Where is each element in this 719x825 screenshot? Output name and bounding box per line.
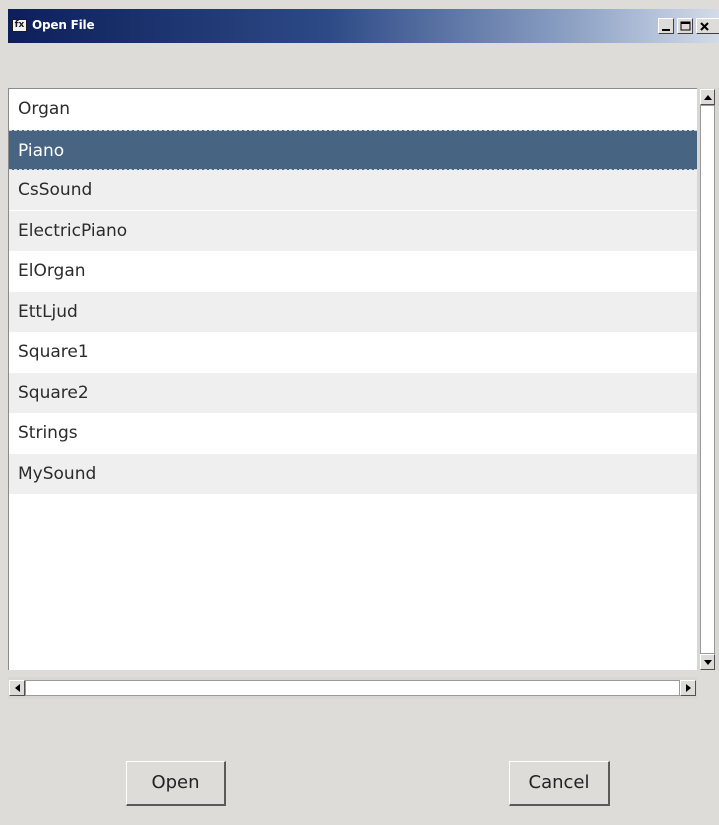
vertical-scrollbar[interactable] [697, 88, 719, 670]
list-item[interactable]: Square2 [9, 373, 697, 413]
open-button[interactable]: Open [126, 761, 226, 806]
list-item[interactable]: CsSound [9, 170, 697, 210]
scroll-right-button[interactable] [680, 680, 696, 696]
open-file-dialog: fx Open File Organ Piano CsSound Electri… [0, 0, 719, 825]
list-item[interactable]: MySound [9, 454, 697, 494]
close-button[interactable] [696, 18, 719, 34]
arrow-down-icon [704, 660, 712, 665]
window-title: Open File [32, 18, 95, 32]
close-icon [700, 22, 709, 31]
list-item[interactable]: Organ [9, 89, 697, 129]
minimize-icon [662, 29, 670, 31]
app-icon: fx [12, 19, 27, 32]
list-item[interactable]: Square1 [9, 332, 697, 372]
list-item[interactable]: ElOrgan [9, 251, 697, 291]
list-item-selected[interactable]: Piano [9, 130, 697, 170]
cancel-button[interactable]: Cancel [509, 761, 610, 806]
horizontal-scroll-track[interactable] [25, 680, 680, 696]
list-item[interactable]: Strings [9, 413, 697, 453]
list-item[interactable]: EttLjud [9, 292, 697, 332]
title-bar[interactable]: fx Open File [8, 9, 719, 43]
arrow-left-icon [15, 684, 20, 692]
minimize-button[interactable] [658, 18, 674, 34]
horizontal-scrollbar[interactable] [8, 677, 697, 699]
arrow-right-icon [686, 684, 691, 692]
list-item[interactable]: ElectricPiano [9, 211, 697, 251]
arrow-up-icon [704, 95, 712, 100]
scroll-down-button[interactable] [700, 654, 715, 670]
scroll-left-button[interactable] [9, 680, 25, 696]
file-list: Organ Piano CsSound ElectricPiano ElOrga… [8, 88, 697, 670]
maximize-button[interactable] [677, 18, 693, 34]
scroll-up-button[interactable] [700, 89, 715, 105]
vertical-scroll-track[interactable] [700, 105, 715, 654]
maximize-icon [680, 21, 691, 31]
